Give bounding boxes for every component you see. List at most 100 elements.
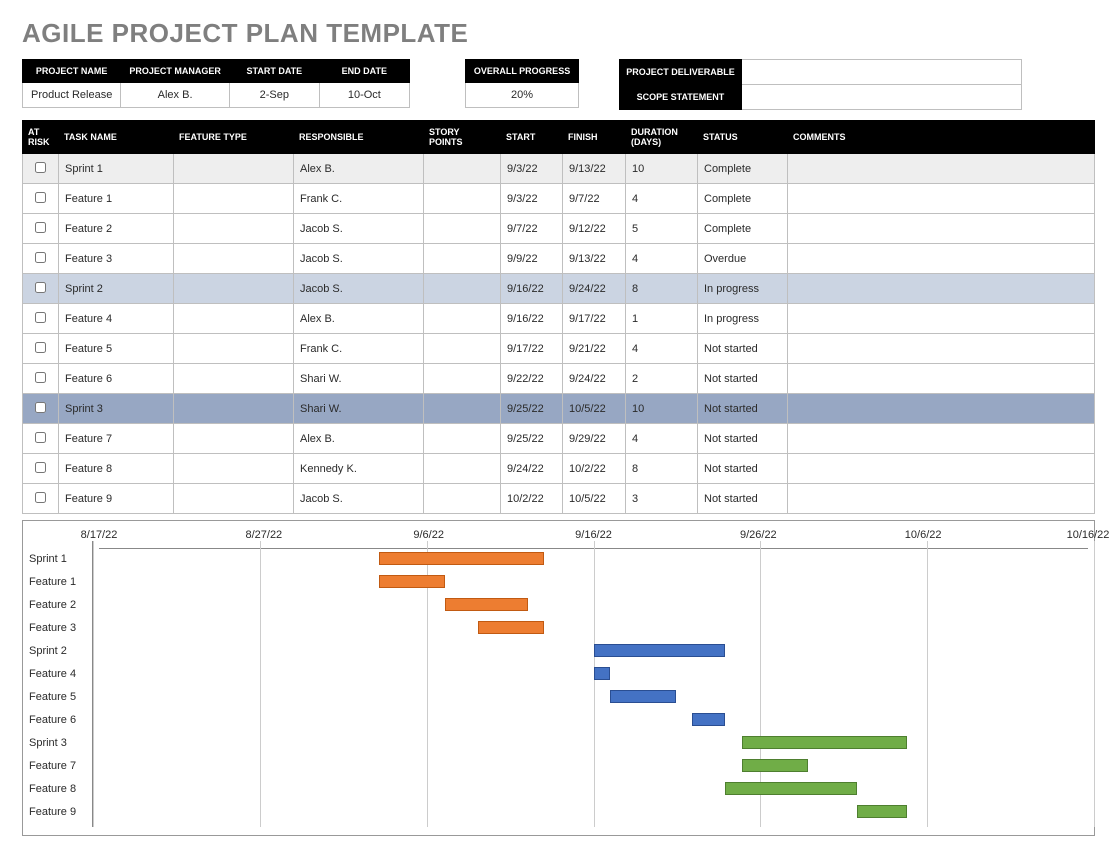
cell-finish[interactable]: 9/29/22 <box>563 424 626 454</box>
at-risk-checkbox[interactable] <box>35 432 46 443</box>
cell-task-name[interactable]: Sprint 2 <box>59 274 174 304</box>
cell-start[interactable]: 9/9/22 <box>501 244 563 274</box>
cell-start[interactable]: 10/2/22 <box>501 484 563 514</box>
cell-responsible[interactable]: Alex B. <box>294 424 424 454</box>
cell-task-name[interactable]: Feature 3 <box>59 244 174 274</box>
cell-finish[interactable]: 9/13/22 <box>563 244 626 274</box>
cell-start[interactable]: 9/25/22 <box>501 424 563 454</box>
cell-finish[interactable]: 9/24/22 <box>563 274 626 304</box>
cell-start[interactable]: 9/22/22 <box>501 364 563 394</box>
cell-status[interactable]: Overdue <box>698 244 788 274</box>
cell-feature-type[interactable] <box>174 394 294 424</box>
cell-duration[interactable]: 4 <box>626 184 698 214</box>
cell-status[interactable]: Complete <box>698 214 788 244</box>
cell-feature-type[interactable] <box>174 184 294 214</box>
at-risk-checkbox[interactable] <box>35 402 46 413</box>
cell-comments[interactable] <box>788 424 1095 454</box>
cell-feature-type[interactable] <box>174 334 294 364</box>
cell-story-points[interactable] <box>424 364 501 394</box>
cell-task-name[interactable]: Feature 8 <box>59 454 174 484</box>
cell-comments[interactable] <box>788 454 1095 484</box>
cell-start[interactable]: 9/7/22 <box>501 214 563 244</box>
cell-responsible[interactable]: Frank C. <box>294 334 424 364</box>
cell-story-points[interactable] <box>424 394 501 424</box>
cell-task-name[interactable]: Feature 2 <box>59 214 174 244</box>
cell-responsible[interactable]: Jacob S. <box>294 244 424 274</box>
cell-duration[interactable]: 1 <box>626 304 698 334</box>
cell-status[interactable]: In progress <box>698 274 788 304</box>
cell-finish[interactable]: 10/5/22 <box>563 394 626 424</box>
cell-responsible[interactable]: Alex B. <box>294 304 424 334</box>
cell-feature-type[interactable] <box>174 274 294 304</box>
cell-finish[interactable]: 10/2/22 <box>563 454 626 484</box>
cell-start[interactable]: 9/16/22 <box>501 274 563 304</box>
cell-comments[interactable] <box>788 304 1095 334</box>
val-deliverable[interactable] <box>741 60 1021 85</box>
cell-feature-type[interactable] <box>174 304 294 334</box>
cell-duration[interactable]: 10 <box>626 394 698 424</box>
val-project-manager[interactable]: Alex B. <box>121 83 230 108</box>
cell-task-name[interactable]: Feature 6 <box>59 364 174 394</box>
cell-feature-type[interactable] <box>174 454 294 484</box>
cell-story-points[interactable] <box>424 304 501 334</box>
cell-story-points[interactable] <box>424 154 501 184</box>
cell-comments[interactable] <box>788 334 1095 364</box>
val-start-date[interactable]: 2-Sep <box>229 83 319 108</box>
cell-responsible[interactable]: Jacob S. <box>294 274 424 304</box>
cell-start[interactable]: 9/3/22 <box>501 154 563 184</box>
cell-finish[interactable]: 9/17/22 <box>563 304 626 334</box>
at-risk-checkbox[interactable] <box>35 462 46 473</box>
cell-finish[interactable]: 9/7/22 <box>563 184 626 214</box>
val-overall-progress[interactable]: 20% <box>465 83 578 108</box>
cell-responsible[interactable]: Shari W. <box>294 394 424 424</box>
cell-status[interactable]: Complete <box>698 184 788 214</box>
cell-finish[interactable]: 10/5/22 <box>563 484 626 514</box>
cell-story-points[interactable] <box>424 274 501 304</box>
cell-task-name[interactable]: Feature 7 <box>59 424 174 454</box>
cell-start[interactable]: 9/25/22 <box>501 394 563 424</box>
at-risk-checkbox[interactable] <box>35 192 46 203</box>
cell-responsible[interactable]: Kennedy K. <box>294 454 424 484</box>
at-risk-checkbox[interactable] <box>35 312 46 323</box>
cell-duration[interactable]: 4 <box>626 334 698 364</box>
cell-feature-type[interactable] <box>174 484 294 514</box>
cell-feature-type[interactable] <box>174 154 294 184</box>
at-risk-checkbox[interactable] <box>35 282 46 293</box>
cell-duration[interactable]: 8 <box>626 274 698 304</box>
cell-responsible[interactable]: Jacob S. <box>294 214 424 244</box>
cell-story-points[interactable] <box>424 244 501 274</box>
cell-start[interactable]: 9/3/22 <box>501 184 563 214</box>
cell-task-name[interactable]: Sprint 1 <box>59 154 174 184</box>
cell-finish[interactable]: 9/21/22 <box>563 334 626 364</box>
cell-comments[interactable] <box>788 484 1095 514</box>
cell-start[interactable]: 9/17/22 <box>501 334 563 364</box>
val-project-name[interactable]: Product Release <box>23 83 121 108</box>
cell-feature-type[interactable] <box>174 364 294 394</box>
cell-status[interactable]: Complete <box>698 154 788 184</box>
cell-start[interactable]: 9/24/22 <box>501 454 563 484</box>
cell-comments[interactable] <box>788 364 1095 394</box>
cell-responsible[interactable]: Shari W. <box>294 364 424 394</box>
cell-status[interactable]: Not started <box>698 394 788 424</box>
cell-duration[interactable]: 3 <box>626 484 698 514</box>
cell-status[interactable]: Not started <box>698 454 788 484</box>
cell-comments[interactable] <box>788 244 1095 274</box>
cell-task-name[interactable]: Sprint 3 <box>59 394 174 424</box>
cell-status[interactable]: In progress <box>698 304 788 334</box>
cell-task-name[interactable]: Feature 1 <box>59 184 174 214</box>
at-risk-checkbox[interactable] <box>35 162 46 173</box>
cell-start[interactable]: 9/16/22 <box>501 304 563 334</box>
cell-story-points[interactable] <box>424 334 501 364</box>
cell-status[interactable]: Not started <box>698 424 788 454</box>
cell-feature-type[interactable] <box>174 424 294 454</box>
cell-task-name[interactable]: Feature 9 <box>59 484 174 514</box>
cell-responsible[interactable]: Alex B. <box>294 154 424 184</box>
cell-story-points[interactable] <box>424 184 501 214</box>
cell-comments[interactable] <box>788 394 1095 424</box>
cell-duration[interactable]: 8 <box>626 454 698 484</box>
at-risk-checkbox[interactable] <box>35 372 46 383</box>
val-end-date[interactable]: 10-Oct <box>319 83 409 108</box>
at-risk-checkbox[interactable] <box>35 252 46 263</box>
at-risk-checkbox[interactable] <box>35 342 46 353</box>
cell-comments[interactable] <box>788 154 1095 184</box>
